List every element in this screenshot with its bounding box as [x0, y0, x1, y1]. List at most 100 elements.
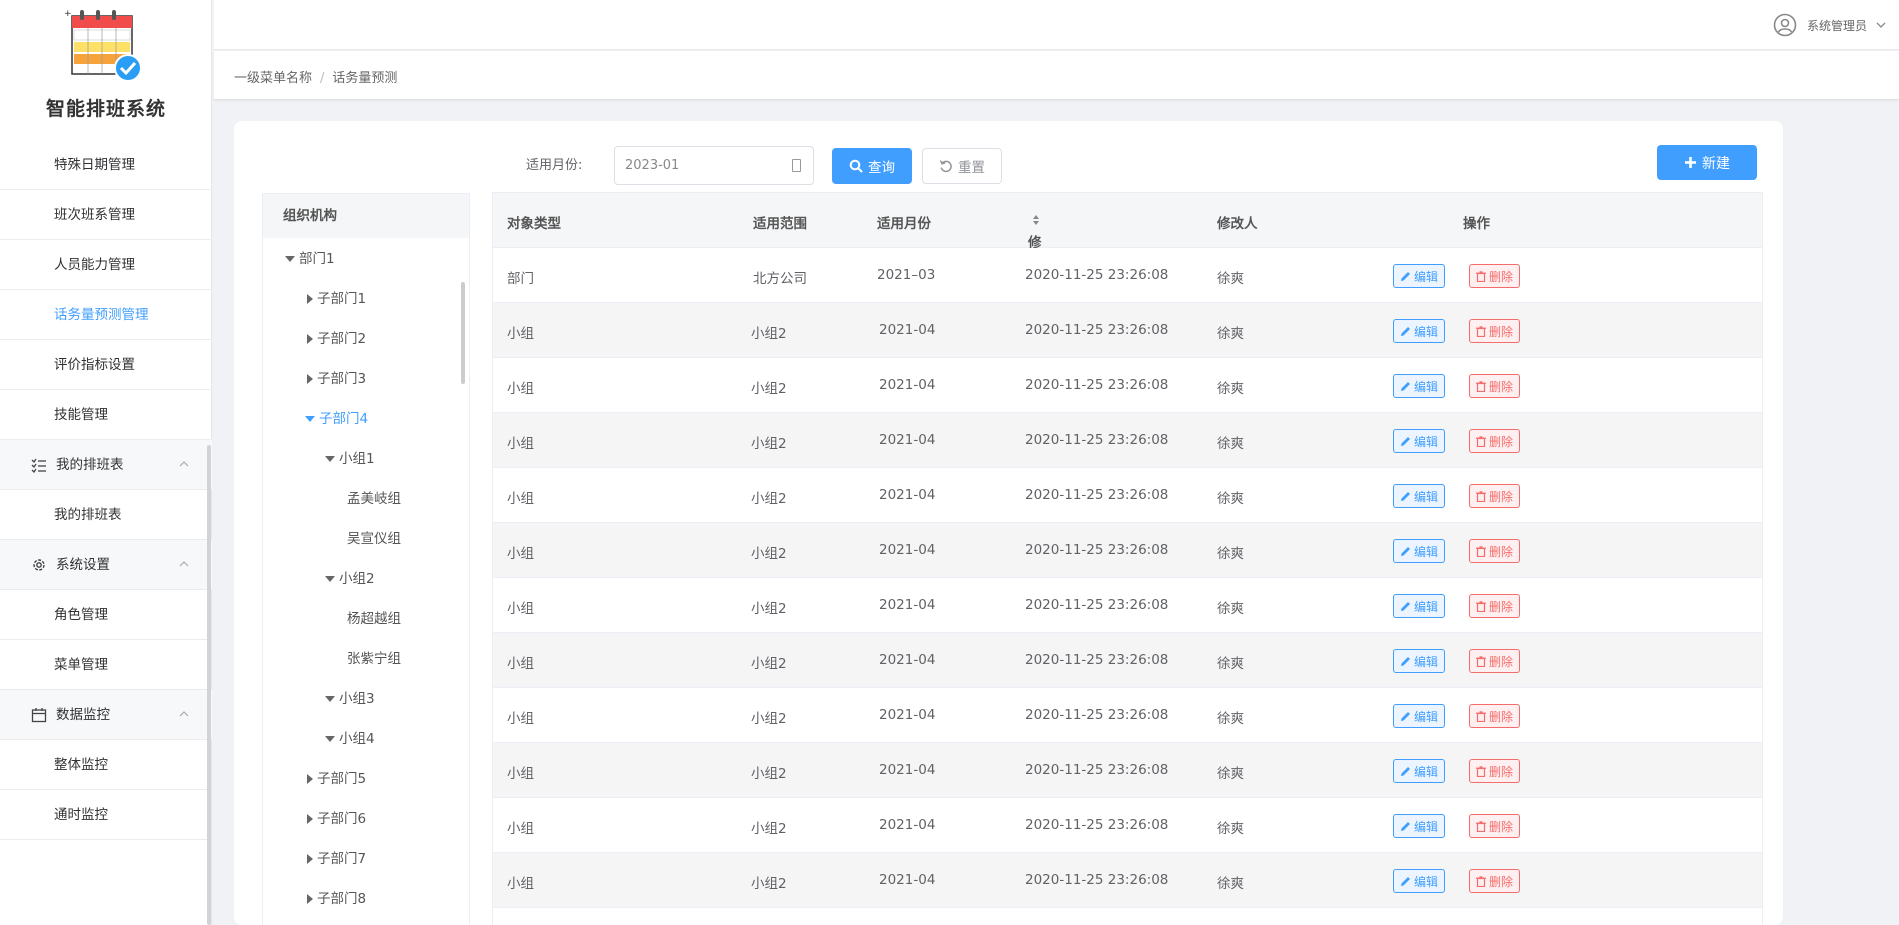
- column-header-month[interactable]: 适用月份: [877, 212, 931, 232]
- delete-button[interactable]: 删除: [1469, 374, 1521, 398]
- edit-button[interactable]: 编辑: [1393, 374, 1446, 398]
- delete-button-label: 删除: [1489, 379, 1514, 394]
- reset-button-label: 重置: [958, 160, 985, 176]
- sidebar-item-special-dates[interactable]: 特殊日期管理: [0, 140, 212, 190]
- sidebar-item-call-time-monitoring[interactable]: 通时监控: [0, 790, 212, 840]
- sidebar-group-system-settings[interactable]: 系统设置: [0, 540, 212, 590]
- column-header-actions: 操作: [1463, 216, 1490, 232]
- edit-button[interactable]: 编辑: [1393, 264, 1446, 288]
- tree-node-label: 子部门5: [317, 771, 367, 787]
- tree-node-subdept4[interactable]: 子部门4: [305, 408, 368, 430]
- sidebar-item-role-management[interactable]: 角色管理: [0, 590, 212, 640]
- edit-button[interactable]: 编辑: [1393, 869, 1446, 893]
- delete-button-label: 删除: [1489, 599, 1514, 614]
- pencil-icon: [1401, 711, 1410, 721]
- tree-node-group4[interactable]: 小组4: [325, 728, 375, 750]
- trash-icon: [1476, 765, 1486, 777]
- cell-modified-time: 2020-11-25 23:26:08: [1025, 817, 1169, 833]
- new-button[interactable]: 新建: [1657, 145, 1757, 180]
- edit-button-label: 编辑: [1414, 654, 1439, 669]
- sidebar: + 智能排班系统 特殊日期管理 班次班系管理 人员能力管理 话务量预测管理 评价…: [0, 0, 212, 925]
- delete-button[interactable]: 删除: [1469, 649, 1521, 673]
- tree-node-subdept8[interactable]: 子部门8: [305, 888, 366, 910]
- delete-button[interactable]: 删除: [1469, 814, 1521, 838]
- sidebar-scrollbar[interactable]: [207, 445, 211, 925]
- tree-node-subdept6[interactable]: 子部门6: [305, 808, 366, 830]
- tree-scrollbar[interactable]: [461, 282, 465, 384]
- tree-node-dept1[interactable]: 部门1: [285, 248, 335, 270]
- delete-button[interactable]: 删除: [1469, 869, 1521, 893]
- user-menu[interactable]: 系统管理员: [1773, 13, 1887, 37]
- edit-button[interactable]: 编辑: [1393, 319, 1446, 343]
- delete-button-label: 删除: [1489, 874, 1514, 889]
- tree-node-label: 子部门8: [317, 891, 367, 907]
- tree-node-label: 小组3: [339, 691, 375, 707]
- sort-icon[interactable]: [1032, 214, 1040, 226]
- cell-scope: 小组2: [751, 491, 787, 507]
- query-button[interactable]: 查询: [832, 148, 912, 184]
- delete-button[interactable]: 删除: [1469, 319, 1521, 343]
- cell-modified-time: 2020-11-25 23:26:08: [1025, 762, 1169, 778]
- reset-button[interactable]: 重置: [922, 148, 1002, 184]
- edit-button[interactable]: 编辑: [1393, 759, 1446, 783]
- sidebar-group-my-schedule[interactable]: 我的排班表: [0, 440, 212, 490]
- delete-button[interactable]: 删除: [1469, 264, 1521, 288]
- tree-node-leaf[interactable]: 杨超越组: [347, 608, 401, 630]
- breadcrumb-level1[interactable]: 一级菜单名称: [234, 71, 312, 86]
- caret-down-icon: [325, 736, 335, 742]
- sidebar-item-my-schedule[interactable]: 我的排班表: [0, 490, 212, 540]
- delete-button[interactable]: 删除: [1469, 594, 1521, 618]
- tree-node-subdept5[interactable]: 子部门5: [305, 768, 366, 790]
- cell-modifier: 徐爽: [1217, 766, 1244, 782]
- delete-button[interactable]: 删除: [1469, 484, 1521, 508]
- cell-modifier: 徐爽: [1217, 381, 1244, 397]
- sidebar-group-label: 我的排班表: [56, 457, 124, 473]
- sidebar-item-staff-capability[interactable]: 人员能力管理: [0, 240, 212, 290]
- tree-node-subdept2[interactable]: 子部门2: [305, 328, 366, 350]
- pencil-icon: [1401, 491, 1410, 501]
- edit-button[interactable]: 编辑: [1393, 704, 1446, 728]
- tree-node-group3[interactable]: 小组3: [325, 688, 375, 710]
- tree-node-group2[interactable]: 小组2: [325, 568, 375, 590]
- tree-node-group1[interactable]: 小组1: [325, 448, 375, 470]
- edit-button[interactable]: 编辑: [1393, 429, 1446, 453]
- month-picker-input[interactable]: 2023-01: [614, 146, 814, 185]
- tree-node-leaf[interactable]: 吴宣仪组: [347, 528, 401, 550]
- table-row: 小组 小组2 2021-04 2020-11-25 23:26:08 徐爽 编辑 删除: [493, 578, 1762, 633]
- delete-button[interactable]: 删除: [1469, 704, 1521, 728]
- cell-object-type: 小组: [507, 821, 534, 837]
- tree-node-leaf[interactable]: 孟美岐组: [347, 488, 401, 510]
- sidebar-item-menu-management[interactable]: 菜单管理: [0, 640, 212, 690]
- sidebar-item-skill-management[interactable]: 技能管理: [0, 390, 212, 440]
- sidebar-item-evaluation-settings[interactable]: 评价指标设置: [0, 340, 212, 390]
- undo-icon: [939, 160, 952, 173]
- edit-button[interactable]: 编辑: [1393, 539, 1446, 563]
- sidebar-group-data-monitoring[interactable]: 数据监控: [0, 690, 212, 740]
- delete-button[interactable]: 删除: [1469, 429, 1521, 453]
- sidebar-item-overall-monitoring[interactable]: 整体监控: [0, 740, 212, 790]
- delete-button[interactable]: 删除: [1469, 759, 1521, 783]
- cell-scope: 小组2: [751, 656, 787, 672]
- caret-right-icon: [307, 334, 313, 344]
- user-avatar-icon: [1773, 13, 1797, 37]
- cell-scope: 小组2: [751, 546, 787, 562]
- pencil-icon: [1401, 271, 1410, 281]
- edit-button[interactable]: 编辑: [1393, 594, 1446, 618]
- cell-modifier: 徐爽: [1217, 656, 1244, 672]
- caret-right-icon: [307, 894, 313, 904]
- tree-node-subdept7[interactable]: 子部门7: [305, 848, 366, 870]
- tree-node-subdept1[interactable]: 子部门1: [305, 288, 366, 310]
- cell-month: 2021-04: [879, 597, 936, 613]
- cell-month: 2021-04: [879, 817, 936, 833]
- tree-node-leaf[interactable]: 张紫宁组: [347, 648, 401, 670]
- edit-button[interactable]: 编辑: [1393, 484, 1446, 508]
- column-header-modified-time[interactable]: 修改时间: [1028, 212, 1042, 311]
- tree-node-label: 子部门7: [317, 851, 367, 867]
- delete-button[interactable]: 删除: [1469, 539, 1521, 563]
- sidebar-item-traffic-forecast[interactable]: 话务量预测管理: [0, 290, 212, 340]
- edit-button[interactable]: 编辑: [1393, 814, 1446, 838]
- edit-button[interactable]: 编辑: [1393, 649, 1446, 673]
- tree-node-subdept3[interactable]: 子部门3: [305, 368, 366, 390]
- sidebar-item-shift-management[interactable]: 班次班系管理: [0, 190, 212, 240]
- cell-object-type: 小组: [507, 766, 534, 782]
